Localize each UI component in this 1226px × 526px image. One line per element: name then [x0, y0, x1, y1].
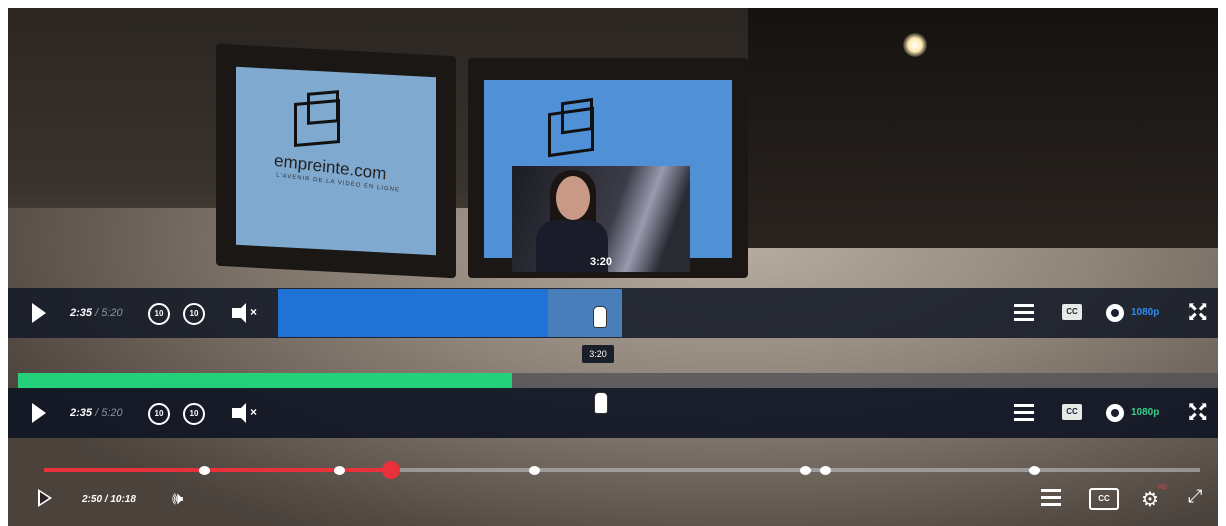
studio-monitor-left: empreinte.com L'AVENIR DE LA VIDÉO EN LI…: [216, 43, 456, 279]
play-outline-icon[interactable]: [38, 489, 52, 507]
time-display-red: 2:50 / 10:18: [82, 494, 136, 505]
rewind-10-icon[interactable]: 10: [148, 303, 170, 325]
settings-gear-icon-3[interactable]: ⚙: [1141, 487, 1159, 512]
forward-10-icon[interactable]: 10: [183, 303, 205, 325]
chapters-list-icon-2[interactable]: [1014, 404, 1034, 422]
cc-icon-2[interactable]: CC: [1062, 404, 1082, 420]
hover-time-tooltip: 3:20: [582, 345, 614, 363]
time-display-blue: 2:35 / 5:20: [70, 307, 123, 319]
cc-icon[interactable]: CC: [1062, 304, 1082, 320]
chapter-marker[interactable]: [820, 466, 831, 475]
time-separator: /: [95, 307, 99, 319]
studio-wall: [748, 8, 1218, 248]
current-time: 2:35: [70, 307, 93, 319]
pointer-cursor-2: [594, 392, 608, 414]
brand-logo: [294, 98, 340, 148]
chapters-list-icon[interactable]: [1014, 304, 1034, 322]
time-separator-2: /: [95, 407, 99, 419]
chapter-marker[interactable]: [1029, 466, 1040, 475]
volume-muted-icon[interactable]: [232, 303, 246, 323]
duration: 5:20: [101, 307, 123, 319]
play-icon[interactable]: [32, 303, 46, 323]
cc-icon-3[interactable]: CC: [1089, 488, 1119, 510]
volume-icon[interactable]: 🕪: [172, 488, 183, 509]
quality-label: 1080p: [1131, 307, 1160, 318]
quality-label-2: 1080p: [1131, 407, 1160, 418]
fullscreen-icon[interactable]: ⬉⬈ ⬋⬊: [1188, 302, 1208, 323]
chapter-marker[interactable]: [334, 466, 345, 475]
scrubber-handle[interactable]: [382, 461, 400, 479]
settings-gear-icon-2[interactable]: [1106, 404, 1124, 422]
progress-hover-blue: [548, 289, 622, 337]
duration-2: 5:20: [101, 407, 123, 419]
video-player-showcase: empreinte.com L'AVENIR DE LA VIDÉO EN LI…: [0, 0, 1226, 526]
presenter-face: [556, 176, 590, 220]
preview-thumbnail: 3:20: [512, 166, 690, 272]
pointer-cursor: [593, 306, 607, 328]
progress-fill-blue[interactable]: [278, 289, 548, 337]
chapters-list-icon-3[interactable]: [1041, 489, 1061, 507]
progress-fill-green: [18, 373, 512, 389]
settings-gear-icon[interactable]: [1106, 304, 1124, 322]
volume-muted-icon-2[interactable]: [232, 403, 246, 423]
hd-badge: HD: [1158, 485, 1167, 491]
studio-light: [903, 33, 927, 57]
brand-logo-right: [548, 106, 594, 158]
chapter-marker[interactable]: [529, 466, 540, 475]
mute-indicator-2: ×: [250, 405, 258, 419]
chapter-marker[interactable]: [800, 466, 811, 475]
rewind-10-icon-2[interactable]: 10: [148, 403, 170, 425]
preview-time: 3:20: [589, 256, 613, 268]
forward-10-icon-2[interactable]: 10: [183, 403, 205, 425]
chapter-marker[interactable]: [199, 466, 210, 475]
play-icon-2[interactable]: [32, 403, 46, 423]
current-time-2: 2:35: [70, 407, 93, 419]
fullscreen-icon-2[interactable]: ⬉⬈ ⬋⬊: [1188, 402, 1208, 423]
fullscreen-icon-3[interactable]: ⤢: [1188, 486, 1202, 507]
mute-indicator: ×: [250, 305, 258, 319]
time-display-green: 2:35 / 5:20: [70, 407, 123, 419]
